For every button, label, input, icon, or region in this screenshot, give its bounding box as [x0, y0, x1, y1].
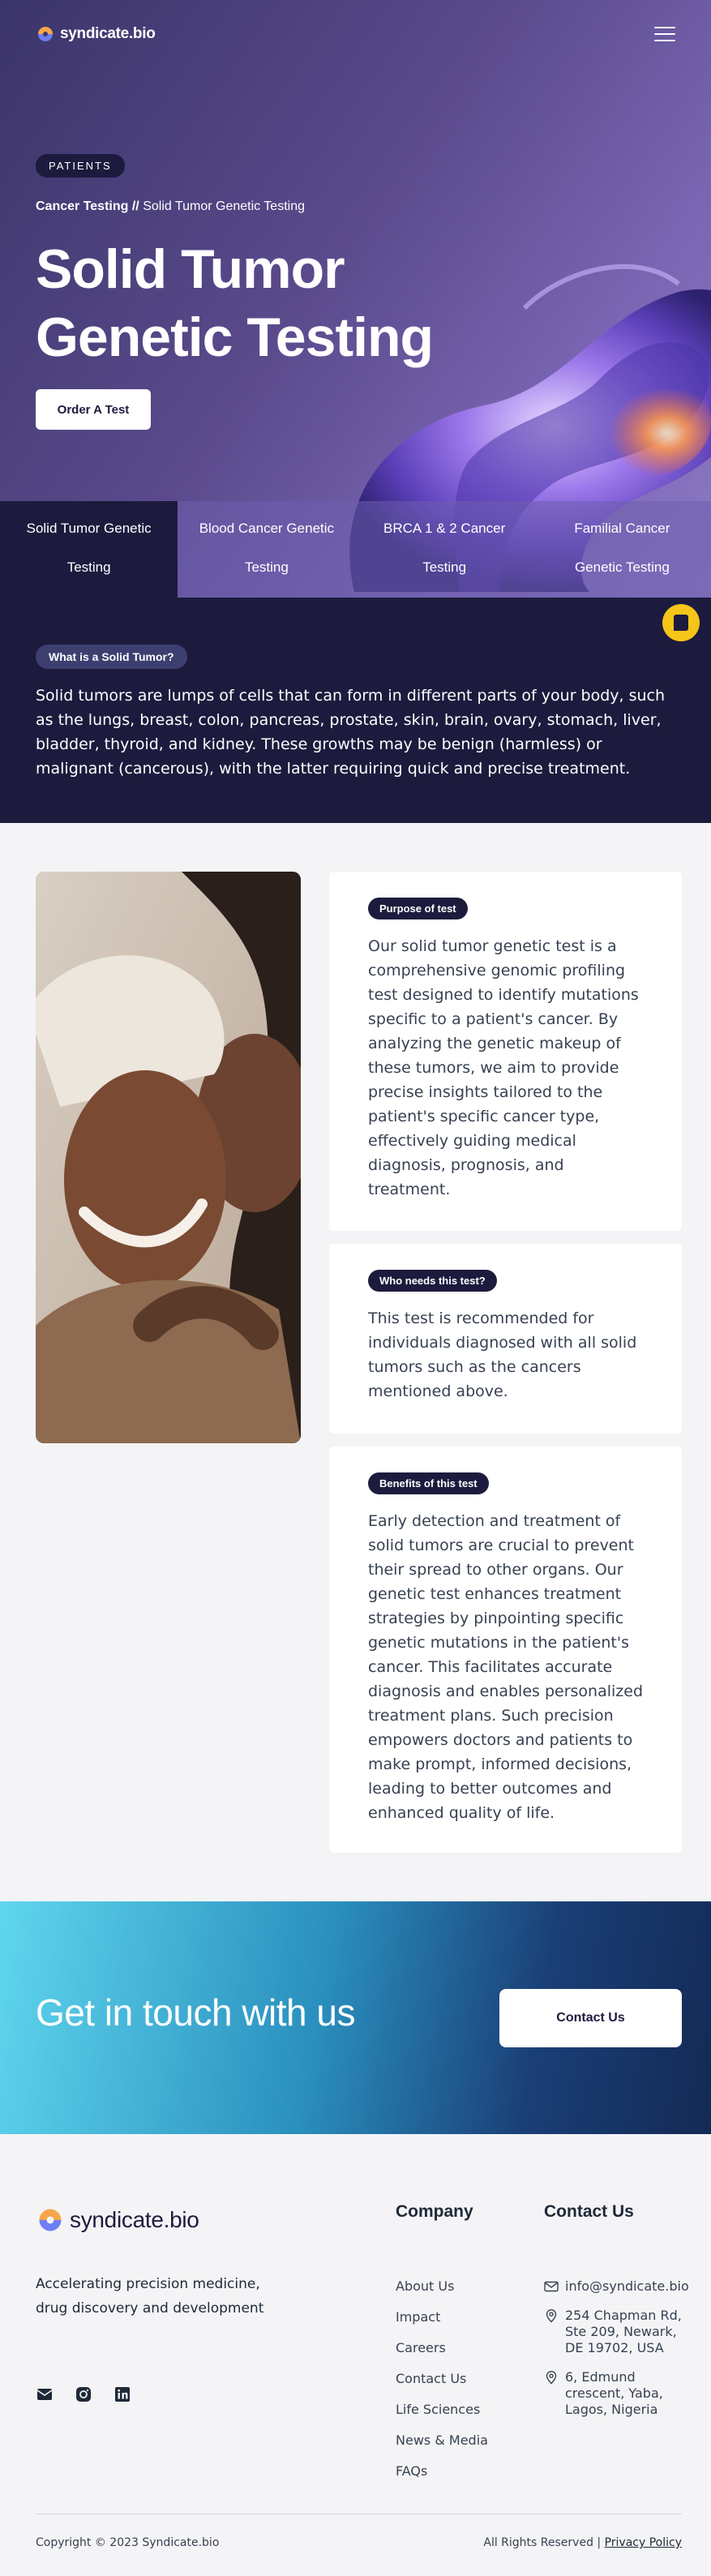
logo-mark-icon [38, 27, 53, 41]
footer-rights-text: All Rights Reserved | [483, 2536, 602, 2549]
site-footer: syndicate.bio Accelerating precision med… [0, 2134, 711, 2576]
tab-label-line1: Solid Tumor Genetic [26, 521, 152, 536]
tab-blood-cancer[interactable]: Blood Cancer Genetic Testing [178, 501, 356, 598]
top-navigation-bar: syndicate.bio [0, 0, 711, 68]
logo-mark-icon [39, 2209, 62, 2231]
menu-icon[interactable] [654, 27, 675, 41]
tab-familial-cancer[interactable]: Familial Cancer Genetic Testing [533, 501, 711, 598]
footer-link-life-sciences[interactable]: Life Sciences [396, 2402, 493, 2418]
breadcrumb: Cancer Testing // Solid Tumor Genetic Te… [36, 199, 305, 214]
footer-link-about[interactable]: About Us [396, 2278, 493, 2295]
page-title-line1: Solid Tumor [36, 238, 345, 300]
who-needs-text: This test is recommended for individuals… [368, 1309, 637, 1400]
breadcrumb-parent[interactable]: Cancer Testing // [36, 199, 139, 213]
purpose-text: Our solid tumor genetic test is a compre… [368, 937, 639, 1198]
tab-label-line2: Testing [66, 559, 111, 575]
tab-label-line2: Testing [244, 559, 289, 575]
footer-email[interactable]: info@syndicate.bio [544, 2278, 690, 2295]
footer-address-us-text: 254 Chapman Rd, Ste 209, Newark, DE 1970… [565, 2308, 682, 2355]
logo-text: syndicate.bio [60, 25, 156, 42]
order-test-button[interactable]: Order A Test [36, 389, 151, 430]
who-needs-card: Who needs this test? This test is recomm… [329, 1244, 682, 1434]
test-type-tabs: Solid Tumor Genetic Testing Blood Cancer… [0, 501, 711, 598]
footer-contact-info: info@syndicate.bio 254 Chapman Rd, Ste 2… [544, 2278, 690, 2431]
footer-logo[interactable]: syndicate.bio [36, 2205, 199, 2235]
footer-address-us: 254 Chapman Rd, Ste 209, Newark, DE 1970… [544, 2308, 690, 2356]
footer-link-news[interactable]: News & Media [396, 2432, 493, 2449]
breadcrumb-current: Solid Tumor Genetic Testing [143, 199, 305, 213]
what-is-label: What is a Solid Tumor? [36, 645, 187, 669]
footer-rights: All Rights Reserved | Privacy Policy [483, 2536, 682, 2549]
tab-brca[interactable]: BRCA 1 & 2 Cancer Testing [355, 501, 533, 598]
benefits-card: Benefits of this test Early detection an… [329, 1447, 682, 1853]
linkedin-icon[interactable] [114, 2385, 131, 2403]
footer-link-impact[interactable]: Impact [396, 2309, 493, 2325]
patients-badge: PATIENTS [36, 154, 125, 178]
who-needs-label: Who needs this test? [368, 1270, 497, 1292]
footer-logo-text: syndicate.bio [70, 2207, 199, 2232]
footer-address-ng-text: 6, Edmund crescent, Yaba, Lagos, Nigeria [565, 2369, 663, 2417]
instagram-icon[interactable] [75, 2385, 92, 2403]
hero-section: syndicate.bio PATIENTS Cancer Testing //… [0, 0, 711, 598]
footer-company-title: Company [396, 2202, 473, 2221]
social-links [36, 2385, 131, 2403]
two-women-photo-illustration [36, 872, 301, 1443]
footer-email-text: info@syndicate.bio [565, 2278, 689, 2294]
purpose-label: Purpose of test [368, 898, 468, 919]
page-title: Solid Tumor Genetic Testing [36, 235, 490, 371]
what-is-section: What is a Solid Tumor? Solid tumors are … [0, 598, 711, 823]
tab-label-line1: Blood Cancer Genetic [199, 521, 335, 536]
page-title-line2: Genetic Testing [36, 306, 434, 368]
tab-solid-tumor[interactable]: Solid Tumor Genetic Testing [0, 501, 178, 598]
footer-copyright: Copyright © 2023 Syndicate.bio [36, 2536, 220, 2549]
purpose-card: Purpose of test Our solid tumor genetic … [329, 872, 682, 1231]
location-icon [546, 2371, 557, 2385]
patients-photo [36, 872, 301, 1443]
footer-link-contact[interactable]: Contact Us [396, 2371, 493, 2387]
footer-tagline: Accelerating precision medicine, drug di… [36, 2276, 264, 2317]
footer-contact-title: Contact Us [544, 2202, 634, 2221]
tab-label-line1: Familial Cancer [574, 521, 670, 536]
chat-icon[interactable] [662, 604, 700, 641]
tab-label-line1: BRCA 1 & 2 Cancer [383, 521, 506, 536]
contact-heading: Get in touch with us [36, 1991, 355, 2034]
footer-company-links: About Us Impact Careers Contact Us Life … [396, 2278, 493, 2494]
contact-banner: Get in touch with us Contact Us [0, 1901, 711, 2134]
test-info-section: Purpose of test Our solid tumor genetic … [0, 823, 711, 1901]
footer-address-ng: 6, Edmund crescent, Yaba, Lagos, Nigeria [544, 2369, 690, 2418]
privacy-policy-link[interactable]: Privacy Policy [605, 2536, 682, 2549]
email-icon[interactable] [36, 2385, 54, 2403]
tab-label-line2: Genetic Testing [574, 559, 670, 575]
footer-link-careers[interactable]: Careers [396, 2340, 493, 2356]
footer-link-faqs[interactable]: FAQs [396, 2463, 493, 2480]
benefits-text: Early detection and treatment of solid t… [368, 1512, 644, 1822]
contact-us-button[interactable]: Contact Us [499, 1989, 682, 2047]
benefits-label: Benefits of this test [368, 1472, 489, 1494]
site-logo[interactable]: syndicate.bio [36, 24, 156, 44]
tab-label-line2: Testing [422, 559, 467, 575]
location-icon [546, 2309, 557, 2323]
mail-icon [544, 2281, 559, 2292]
what-is-description: Solid tumors are lumps of cells that can… [36, 687, 666, 778]
